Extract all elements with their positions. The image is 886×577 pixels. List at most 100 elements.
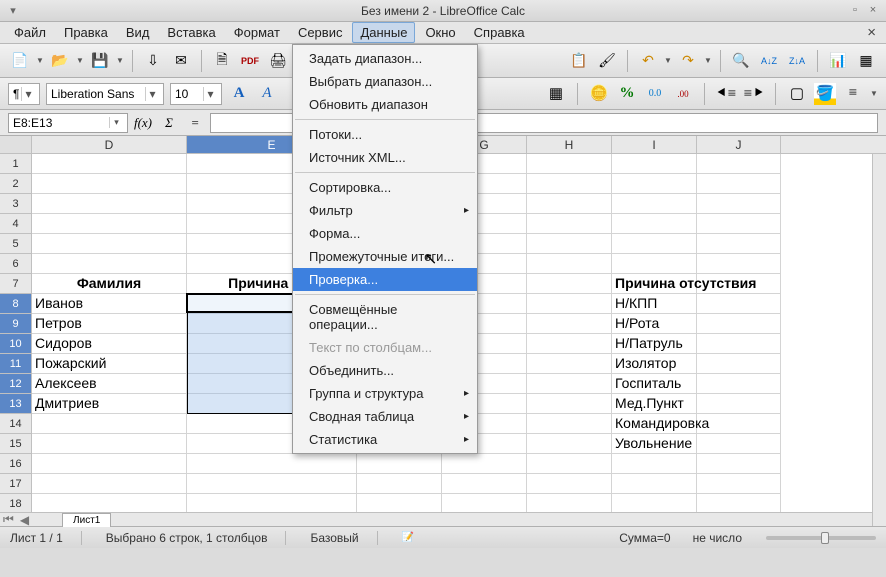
sheet-tab[interactable]: Лист1 — [62, 513, 111, 527]
cell[interactable] — [527, 254, 612, 274]
row-header[interactable]: 9 — [0, 314, 32, 334]
vertical-scrollbar[interactable] — [872, 154, 886, 526]
cell[interactable] — [697, 494, 781, 514]
cell[interactable] — [32, 454, 187, 474]
row-header[interactable]: 4 — [0, 214, 32, 234]
cell[interactable] — [697, 454, 781, 474]
menu-window[interactable]: Окно — [417, 22, 463, 43]
cell[interactable] — [697, 334, 781, 354]
open-button[interactable]: 📂 — [48, 49, 72, 73]
cell[interactable] — [527, 454, 612, 474]
menu-help[interactable]: Справка — [466, 22, 533, 43]
row-header[interactable]: 12 — [0, 374, 32, 394]
row-header[interactable]: 5 — [0, 234, 32, 254]
status-insert-mode-icon[interactable]: 📝 — [402, 532, 414, 543]
cell[interactable] — [442, 454, 527, 474]
clear-format-button[interactable]: 🖌 — [595, 49, 619, 73]
cell[interactable]: Мед.Пункт — [612, 394, 697, 414]
cell[interactable] — [527, 234, 612, 254]
row-header[interactable]: 15 — [0, 434, 32, 454]
cell[interactable] — [697, 474, 781, 494]
email-button[interactable]: ✉ — [169, 49, 193, 73]
cell[interactable] — [527, 334, 612, 354]
row-header[interactable]: 1 — [0, 154, 32, 174]
cell[interactable] — [32, 434, 187, 454]
cell[interactable]: Увольнение — [612, 434, 697, 454]
menu-insert[interactable]: Вставка — [159, 22, 223, 43]
cell[interactable] — [32, 174, 187, 194]
cell[interactable] — [612, 494, 697, 514]
column-header-H[interactable]: H — [527, 136, 612, 153]
menu-item[interactable]: Промежуточные итоги... — [293, 245, 477, 268]
row-header[interactable]: 18 — [0, 494, 32, 514]
cell[interactable] — [612, 454, 697, 474]
cell[interactable] — [697, 174, 781, 194]
menu-item[interactable]: Сортировка... — [293, 176, 477, 199]
menu-item[interactable]: Группа и структура — [293, 382, 477, 405]
new-button[interactable]: 📄 — [8, 49, 32, 73]
menu-item[interactable]: Сводная таблица — [293, 405, 477, 428]
redo-button[interactable]: ↷ — [676, 49, 700, 73]
window-maximize-button[interactable]: ▫ — [848, 4, 862, 18]
dec-indent-button[interactable]: ⯇≡ — [715, 83, 737, 105]
cell[interactable] — [697, 154, 781, 174]
menu-item[interactable]: Форма... — [293, 222, 477, 245]
menu-item[interactable]: Объединить... — [293, 359, 477, 382]
sum-button[interactable]: Σ — [158, 113, 180, 133]
cell[interactable] — [527, 474, 612, 494]
cell[interactable] — [32, 414, 187, 434]
cell[interactable]: Н/Патруль — [612, 334, 697, 354]
row-header[interactable]: 10 — [0, 334, 32, 354]
cell[interactable] — [527, 494, 612, 514]
cell[interactable] — [697, 234, 781, 254]
cell[interactable] — [527, 274, 612, 294]
sort-desc-button[interactable]: Z↓A — [785, 49, 809, 73]
status-sum[interactable]: Сумма=0 — [619, 531, 670, 545]
cell[interactable] — [612, 194, 697, 214]
cell[interactable] — [527, 394, 612, 414]
cell[interactable] — [612, 174, 697, 194]
cell[interactable] — [32, 214, 187, 234]
menu-tools[interactable]: Сервис — [290, 22, 351, 43]
chart-button[interactable]: 📊 — [826, 49, 850, 73]
menu-item[interactable]: Источник XML... — [293, 146, 477, 169]
function-wizard-button[interactable]: f(x) — [132, 113, 154, 133]
cell[interactable] — [187, 494, 357, 514]
borders-button[interactable]: ▢ — [786, 83, 808, 105]
undo-button[interactable]: ↶ — [636, 49, 660, 73]
cell[interactable] — [357, 494, 442, 514]
row-header[interactable]: 16 — [0, 454, 32, 474]
percent-button[interactable]: % — [616, 83, 638, 105]
autofilter-button[interactable]: ▦ — [854, 49, 878, 73]
inc-indent-button[interactable]: ≡⯈ — [743, 83, 765, 105]
sort-asc-button[interactable]: A↓Z — [757, 49, 781, 73]
cell[interactable] — [697, 354, 781, 374]
row-header[interactable]: 8 — [0, 294, 32, 314]
cell[interactable] — [697, 214, 781, 234]
cell[interactable] — [697, 434, 781, 454]
cell[interactable]: Командировка — [612, 414, 697, 434]
cell[interactable] — [527, 194, 612, 214]
cell[interactable] — [527, 314, 612, 334]
sheet-nav-prev[interactable]: ◀ — [17, 513, 32, 527]
cell[interactable]: Петров — [32, 314, 187, 334]
menu-item[interactable]: Потоки... — [293, 123, 477, 146]
cell[interactable] — [527, 214, 612, 234]
formula-button[interactable]: = — [184, 113, 206, 133]
cell[interactable] — [697, 374, 781, 394]
cell[interactable] — [697, 274, 781, 294]
bold-button[interactable]: A — [228, 83, 250, 105]
export-button[interactable]: ⇩ — [141, 49, 165, 73]
horizontal-scrollbar[interactable]: ⏮ ◀ Лист1 — [0, 512, 872, 526]
cell[interactable] — [697, 394, 781, 414]
zoom-slider[interactable] — [766, 536, 876, 540]
cell[interactable]: Фамилия — [32, 274, 187, 294]
cell[interactable]: Изолятор — [612, 354, 697, 374]
menu-item[interactable]: Выбрать диапазон... — [293, 70, 477, 93]
cell[interactable] — [357, 454, 442, 474]
print-button[interactable]: 🖨 — [266, 49, 290, 73]
menu-view[interactable]: Вид — [118, 22, 158, 43]
conditional-button[interactable]: ≡ — [842, 83, 864, 105]
document-close-button[interactable]: × — [863, 24, 880, 41]
cell[interactable] — [697, 194, 781, 214]
